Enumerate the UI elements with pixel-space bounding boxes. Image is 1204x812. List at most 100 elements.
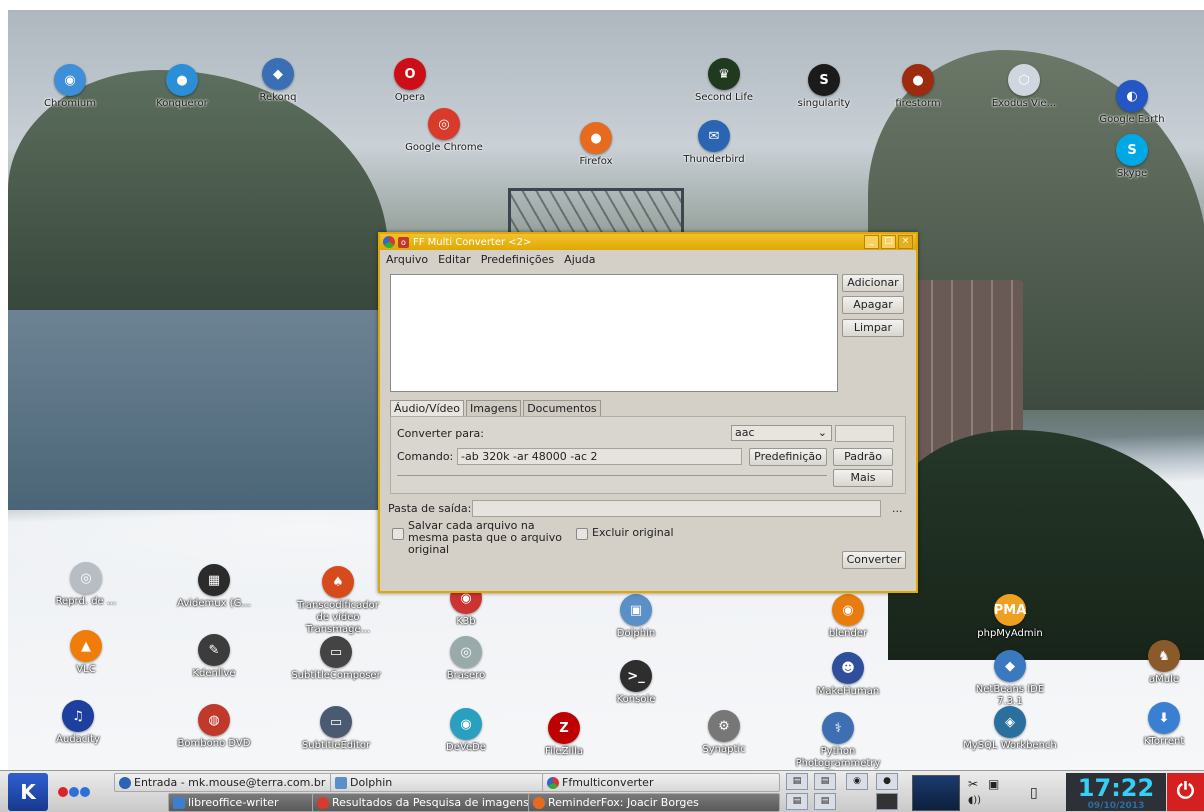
desktop-icon-opera[interactable]: O Opera	[362, 58, 458, 104]
volume-icon[interactable]: ◖))	[968, 795, 981, 806]
app-glyph-icon: ◈	[994, 706, 1026, 738]
format-select[interactable]: aac ⌄	[731, 425, 832, 441]
desktop-icon-label: Konsole	[616, 694, 656, 705]
desktop-icon-vlc[interactable]: ▲ VLC	[38, 630, 134, 676]
more-button[interactable]: Mais	[833, 469, 893, 487]
menu-editar[interactable]: Editar	[438, 253, 471, 266]
desktop-icon-dolphin[interactable]: ▣ Dolphin	[588, 594, 684, 640]
save-same-folder-checkbox[interactable]	[392, 528, 404, 540]
desktop-pager-6[interactable]: ▤	[814, 793, 836, 810]
desktop-pager-1[interactable]: ▤	[786, 773, 808, 790]
desktop-icon-avidemux-g[interactable]: ▦ Avidemux (G...	[166, 564, 262, 610]
task-ffmulticonverter-label: Ffmulticonverter	[562, 776, 654, 789]
task-libreoffice[interactable]: libreoffice-writer	[168, 793, 316, 812]
default-button[interactable]: Padrão	[833, 448, 893, 466]
file-list[interactable]	[390, 274, 838, 392]
desktop-icon-subtitlecomposer[interactable]: ▭ SubtitleComposer	[288, 636, 384, 682]
ffmulticonverter-window[interactable]: o FF Multi Converter <2> _ □ × Arquivo E…	[378, 232, 918, 593]
task-ffmulticonverter[interactable]: Ffmulticonverter	[542, 773, 780, 792]
desktop-icon-filezilla[interactable]: Z FileZilla	[516, 712, 612, 758]
desktop-icon-phpmyadmin[interactable]: PMA phpMyAdmin	[962, 594, 1058, 640]
desktop-icon-brasero[interactable]: ◎ Brasero	[418, 636, 514, 682]
desktop-icon-rekonq[interactable]: ◆ Rekonq	[230, 58, 326, 104]
desktop-pager-4[interactable]: ●	[876, 773, 898, 790]
notifications-icon[interactable]: ▣	[988, 777, 999, 791]
app-glyph-icon: S	[808, 64, 840, 96]
desktop-pager-5[interactable]: ▤	[786, 793, 808, 810]
desktop-icon-label: Konqueror	[156, 98, 208, 109]
tab-images[interactable]: Imagens	[466, 400, 522, 417]
quality-input[interactable]	[835, 425, 894, 442]
river	[8, 310, 428, 510]
desktop-icon-ktorrent[interactable]: ⬇ KTorrent	[1116, 702, 1204, 748]
desktop-icon-reprd-de[interactable]: ◎ Reprd. de ...	[38, 562, 134, 608]
desktop-icon-mysql-workbench[interactable]: ◈ MySQL Workbench	[962, 706, 1058, 752]
digital-clock[interactable]: 17:22 09/10/2013	[1066, 773, 1166, 811]
desktop-icon-makehuman[interactable]: ☻ MakeHuman	[800, 652, 896, 698]
delete-original-checkbox[interactable]	[576, 528, 588, 540]
desktop-icon-label: aMule	[1148, 674, 1180, 685]
desktop-icon-firestorm[interactable]: ● firestorm	[870, 64, 966, 110]
desktop-icon-chromium[interactable]: ◉ Chromium	[22, 64, 118, 110]
desktop-icon-thunderbird[interactable]: ✉ Thunderbird	[666, 120, 762, 166]
desktop-icon-amule[interactable]: ♞ aMule	[1116, 640, 1204, 686]
tab-documents[interactable]: Documentos	[523, 400, 601, 417]
add-button[interactable]: Adicionar	[842, 274, 904, 292]
desktop-icon-bombono-dvd[interactable]: ◍ Bombono DVD	[166, 704, 262, 750]
preset-button[interactable]: Predefinição	[749, 448, 827, 466]
desktop-icon-skype[interactable]: S Skype	[1084, 134, 1180, 180]
app-glyph-icon: ♠	[322, 566, 354, 598]
pin-icon[interactable]: o	[398, 236, 409, 248]
desktop-pager-7[interactable]	[876, 793, 898, 810]
task-reminderfox[interactable]: ReminderFox: Joacir Borges	[528, 793, 780, 812]
task-dolphin[interactable]: Dolphin	[330, 773, 544, 792]
desktop-icon-konsole[interactable]: >_ Konsole	[588, 660, 684, 706]
device-icon[interactable]: ▯	[1030, 785, 1038, 801]
desktop-icon-label: DeVeDe	[446, 742, 486, 753]
command-input[interactable]: -ab 320k -ar 48000 -ac 2	[457, 448, 742, 465]
desktop-icon-label: phpMyAdmin	[977, 628, 1043, 639]
desktop-icon-kdenlive[interactable]: ✎ Kdenlive	[166, 634, 262, 680]
desktop-icon-label: Second Life	[694, 92, 753, 103]
tab-audio-video[interactable]: Áudio/Vídeo	[390, 400, 465, 417]
desktop-icon-konqueror[interactable]: ● Konqueror	[134, 64, 230, 110]
kde-menu-icon[interactable]: K	[8, 773, 48, 811]
desktop-icon-google-earth[interactable]: ◐ Google Earth	[1084, 80, 1180, 126]
convert-button[interactable]: Converter	[842, 551, 906, 569]
desktop-icon-blender[interactable]: ◉ blender	[800, 594, 896, 640]
menu-arquivo[interactable]: Arquivo	[386, 253, 428, 266]
clear-button[interactable]: Limpar	[842, 319, 904, 337]
desktop-icon-firefox[interactable]: ● Firefox	[548, 122, 644, 168]
desktop-icon-label: singularity	[797, 98, 851, 109]
desktop-icon-second-life[interactable]: ♛ Second Life	[676, 58, 772, 104]
desktop-icon-transcodificador-de-v-deo-transmage[interactable]: ♠ Transcodificador de vídeo Transmage...	[290, 566, 386, 636]
output-folder-input[interactable]	[472, 500, 881, 517]
desktop-icon-google-chrome[interactable]: ◎ Google Chrome	[396, 108, 492, 154]
task-resultados[interactable]: Resultados da Pesquisa de imagens ·	[312, 793, 530, 812]
desktop-icon-subtitleeditor[interactable]: ▭ SubtitleEditor	[288, 706, 384, 752]
desktop-pager-3[interactable]: ◉	[846, 773, 868, 790]
desktop-icon-audacity[interactable]: ♫ Audacity	[30, 700, 126, 746]
desktop-icon-label: Chromium	[44, 98, 96, 109]
desktop-pager-2[interactable]: ▤	[814, 773, 836, 790]
menu-predefinicoes[interactable]: Predefinições	[481, 253, 554, 266]
app-glyph-icon: ●	[580, 122, 612, 154]
menu-ajuda[interactable]: Ajuda	[564, 253, 595, 266]
app-glyph-icon: ✉	[698, 120, 730, 152]
power-icon[interactable]: ⏻	[1167, 773, 1204, 811]
minimize-icon[interactable]: _	[864, 235, 879, 249]
desktop-icon-exodus-vie[interactable]: ⬡ Exodus Vie...	[976, 64, 1072, 110]
desktop-icon-devede[interactable]: ◉ DeVeDe	[418, 708, 514, 754]
desktop-icon-singularity[interactable]: Ssingularity	[776, 64, 872, 110]
monitor-widget[interactable]	[912, 775, 960, 811]
delete-button[interactable]: Apagar	[842, 296, 904, 314]
activity-icon[interactable]	[58, 787, 91, 800]
task-entrada[interactable]: Entrada - mk.mouse@terra.com.br ·	[114, 773, 332, 792]
maximize-icon[interactable]: □	[881, 235, 896, 249]
close-icon[interactable]: ×	[898, 235, 913, 249]
clipboard-icon[interactable]: ✂	[968, 777, 978, 791]
desktop-icon-netbeans-ide-7-3-1[interactable]: ◆ NetBeans IDE 7.3.1	[962, 650, 1058, 708]
browse-button[interactable]: ...	[892, 502, 903, 515]
desktop-icon-synaptic[interactable]: ⚙ Synaptic	[676, 710, 772, 756]
window-titlebar[interactable]: o FF Multi Converter <2> _ □ ×	[380, 234, 916, 250]
